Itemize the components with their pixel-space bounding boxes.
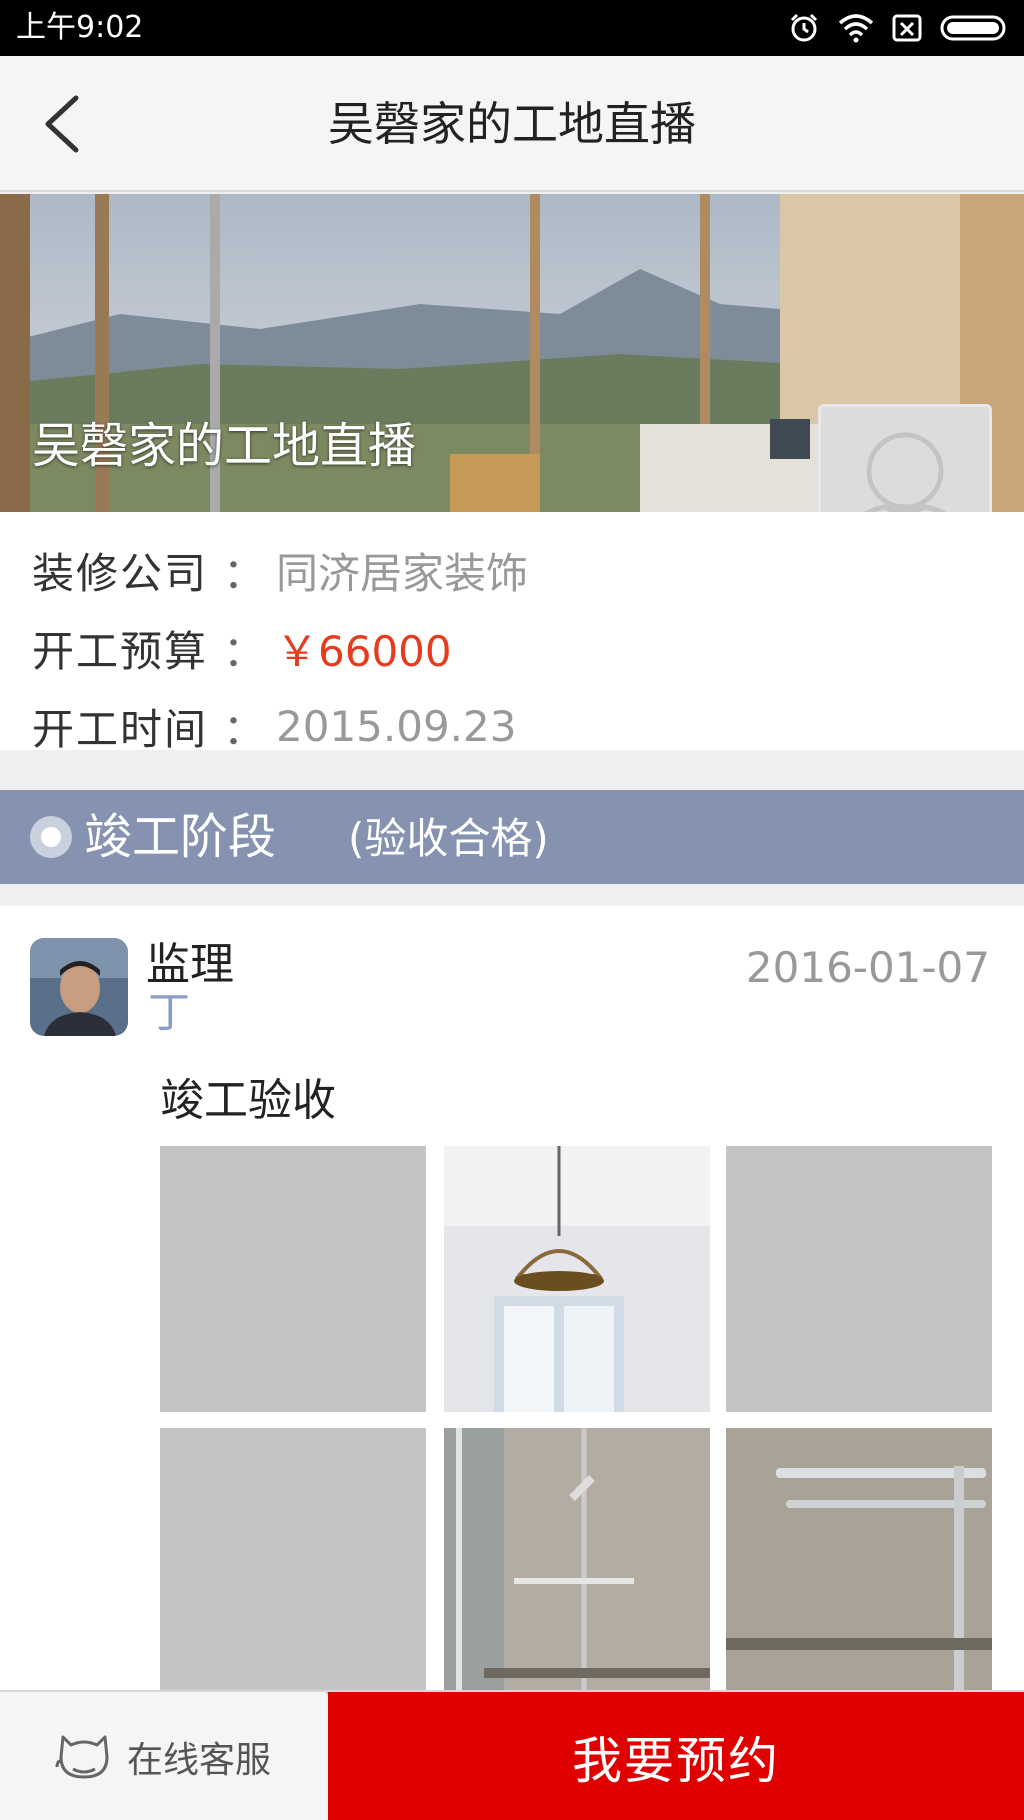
colon: ：: [222, 626, 265, 676]
budget-row: 开工预算 ： ￥66000: [32, 618, 452, 678]
hero-title: 吴磬家的工地直播: [32, 418, 417, 474]
start-date-label: 开工时间: [32, 704, 209, 754]
no-sim-icon: [892, 14, 922, 42]
photo-thumb-6[interactable]: [726, 1428, 992, 1694]
company-value: 同济居家装饰: [276, 548, 529, 598]
status-time: 上午9:02: [16, 10, 144, 45]
photo-thumb-2[interactable]: [444, 1146, 710, 1412]
customer-service-icon: [55, 1735, 109, 1779]
status-bar: 上午9:02: [0, 0, 1024, 56]
alarm-icon: [790, 13, 818, 42]
stage-dot-icon: [30, 816, 72, 858]
project-info: 装修公司 ： 同济居家装饰 开工预算 ： ￥66000 开工时间 ： 2015.…: [0, 512, 1024, 754]
post-date: 2016-01-07: [745, 943, 990, 992]
nav-bar: 吴磬家的工地直播: [0, 56, 1024, 192]
supervisor-avatar[interactable]: [30, 938, 128, 1036]
stage-header[interactable]: 竣工阶段 (验收合格): [0, 790, 1024, 884]
supervisor-photo: [30, 938, 128, 1036]
colon: ：: [222, 704, 265, 754]
start-date-value: 2015.09.23: [276, 701, 517, 751]
colon: ：: [222, 548, 265, 598]
towel-rack-photo: [726, 1428, 992, 1694]
photo-thumb-1[interactable]: [160, 1146, 426, 1412]
photo-thumb-4[interactable]: [160, 1428, 426, 1694]
start-date-row: 开工时间 ： 2015.09.23: [32, 696, 516, 756]
budget-value: ￥66000: [276, 626, 452, 676]
post-role: 监理: [146, 939, 234, 990]
page-title: 吴磬家的工地直播: [328, 97, 696, 151]
stage-name: 竣工阶段: [84, 809, 277, 865]
company-row: 装修公司 ： 同济居家装饰: [32, 540, 528, 600]
company-label: 装修公司: [32, 548, 209, 598]
post-author[interactable]: 丁: [148, 988, 190, 1038]
progress-post: 监理 丁 2016-01-07 竣工验收: [0, 906, 1024, 1694]
wifi-icon: [838, 14, 874, 43]
battery-icon: [940, 15, 1006, 41]
bottom-action-bar: 在线客服 我要预约: [0, 1690, 1024, 1820]
chandelier-photo: [444, 1146, 710, 1412]
photo-thumb-5[interactable]: [444, 1428, 710, 1694]
online-service-button[interactable]: 在线客服: [0, 1692, 326, 1820]
stage-status: (验收合格): [348, 814, 549, 863]
shower-photo: [444, 1428, 710, 1694]
status-icons: [788, 12, 1010, 44]
budget-label: 开工预算: [32, 626, 209, 676]
post-content: 竣工验收: [160, 1075, 336, 1126]
reserve-button[interactable]: 我要预约: [328, 1692, 1024, 1820]
photo-thumb-3[interactable]: [726, 1146, 992, 1412]
online-service-label: 在线客服: [126, 1740, 271, 1781]
